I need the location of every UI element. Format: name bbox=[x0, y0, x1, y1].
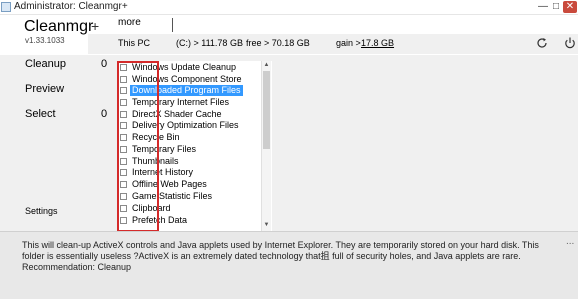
app-version: v1.33.1033 bbox=[25, 36, 65, 45]
free-space: free > 70.18 GB bbox=[246, 38, 310, 48]
tab-more[interactable]: more bbox=[118, 17, 141, 28]
close-button[interactable]: ✕ bbox=[563, 1, 577, 13]
refresh-icon[interactable] bbox=[535, 36, 549, 50]
checkbox[interactable] bbox=[120, 76, 127, 83]
list-item[interactable]: Clipboard bbox=[118, 203, 258, 214]
scroll-down-icon[interactable]: ▼ bbox=[262, 221, 271, 230]
description-text: This will clean-up ActiveX controls and … bbox=[22, 240, 539, 272]
checkbox[interactable] bbox=[120, 146, 127, 153]
list-item[interactable]: Windows Update Cleanup bbox=[118, 62, 258, 73]
window-title: Administrator: Cleanmgr+ bbox=[14, 1, 128, 12]
checkbox[interactable] bbox=[120, 205, 127, 212]
list-item-label: Prefetch Data bbox=[132, 215, 188, 225]
list-item-label: Game Statistic Files bbox=[132, 191, 213, 201]
list-scrollbar[interactable]: ▲ ▼ bbox=[261, 61, 271, 231]
list-item-label: DirectX Shader Cache bbox=[132, 109, 222, 119]
checkbox[interactable] bbox=[120, 122, 127, 129]
checkbox[interactable] bbox=[120, 99, 127, 106]
cleanup-list[interactable]: Windows Update Cleanup Windows Component… bbox=[118, 61, 272, 231]
list-item[interactable]: Temporary Files bbox=[118, 144, 258, 155]
drive-size: (C:) > 111.78 GB bbox=[176, 38, 243, 48]
list-item-label: Windows Update Cleanup bbox=[132, 62, 237, 72]
checkbox[interactable] bbox=[120, 193, 127, 200]
checkbox[interactable] bbox=[120, 169, 127, 176]
checkbox[interactable] bbox=[120, 217, 127, 224]
maximize-button[interactable]: □ bbox=[550, 1, 562, 13]
list-item-label: Temporary Internet Files bbox=[132, 97, 230, 107]
main-panel: Windows Update Cleanup Windows Component… bbox=[112, 55, 578, 232]
power-icon[interactable] bbox=[563, 36, 577, 50]
drive-info-bar: This PC (C:) > 111.78 GB free > 70.18 GB… bbox=[88, 34, 578, 54]
scroll-thumb[interactable] bbox=[263, 71, 270, 149]
app-name: Cleanmgr bbox=[24, 18, 94, 35]
checkbox[interactable] bbox=[120, 64, 127, 71]
nav-cleanup[interactable]: Cleanup bbox=[25, 58, 66, 70]
nav-preview[interactable]: Preview bbox=[25, 83, 64, 95]
tab-separator bbox=[172, 18, 173, 32]
checkbox[interactable] bbox=[120, 181, 127, 188]
list-item-label: Offline Web Pages bbox=[132, 179, 207, 189]
list-item[interactable]: Delivery Optimization Files bbox=[118, 120, 258, 131]
list-item-label: Delivery Optimization Files bbox=[132, 120, 239, 130]
list-item-label: Internet History bbox=[132, 167, 194, 177]
checkbox[interactable] bbox=[120, 158, 127, 165]
list-item-label: Thumbnails bbox=[132, 156, 179, 166]
list-item-label: Recycle Bin bbox=[132, 132, 180, 142]
more-options-icon[interactable]: ... bbox=[566, 236, 574, 247]
checkbox[interactable] bbox=[120, 134, 127, 141]
gain-label: gain > bbox=[336, 38, 361, 48]
list-item[interactable]: Temporary Internet Files bbox=[118, 97, 258, 108]
list-item-label: Temporary Files bbox=[132, 144, 197, 154]
title-bar: Administrator: Cleanmgr+ — □ ✕ bbox=[0, 0, 578, 15]
gain-value[interactable]: 17.8 GB bbox=[361, 38, 394, 48]
description-panel: This will clean-up ActiveX controls and … bbox=[0, 231, 578, 299]
list-item[interactable]: Recycle Bin bbox=[118, 132, 258, 143]
checkbox[interactable] bbox=[120, 111, 127, 118]
checkbox[interactable] bbox=[120, 87, 127, 94]
sidebar: Cleanup 0 Preview Select 0 Settings bbox=[0, 55, 112, 231]
scroll-up-icon[interactable]: ▲ bbox=[262, 61, 271, 70]
list-item[interactable]: Internet History bbox=[118, 167, 258, 178]
cleanup-count: 0 bbox=[101, 58, 108, 70]
list-item-label: Clipboard bbox=[132, 203, 171, 213]
list-item[interactable]: Game Statistic Files bbox=[118, 191, 258, 202]
list-item[interactable]: Thumbnails bbox=[118, 156, 258, 167]
list-item[interactable]: Downloaded Program Files bbox=[118, 85, 258, 96]
app-icon bbox=[1, 2, 11, 12]
location-label: This PC bbox=[118, 38, 151, 48]
list-item[interactable]: DirectX Shader Cache bbox=[118, 109, 258, 120]
list-item[interactable]: Prefetch Data bbox=[118, 215, 258, 226]
list-item[interactable]: Windows Component Store bbox=[118, 74, 258, 85]
list-item-label: Downloaded Program Files bbox=[130, 85, 243, 96]
list-item[interactable]: Offline Web Pages bbox=[118, 179, 258, 190]
list-item-label: Windows Component Store bbox=[132, 74, 242, 84]
nav-settings[interactable]: Settings bbox=[25, 206, 58, 216]
select-count: 0 bbox=[101, 108, 108, 120]
nav-select[interactable]: Select bbox=[25, 108, 56, 120]
minimize-button[interactable]: — bbox=[537, 1, 549, 13]
tab-cleanmgr[interactable]: Cleanmgr v1.33.1033 bbox=[0, 15, 93, 59]
add-tab-button[interactable]: + bbox=[91, 18, 99, 34]
